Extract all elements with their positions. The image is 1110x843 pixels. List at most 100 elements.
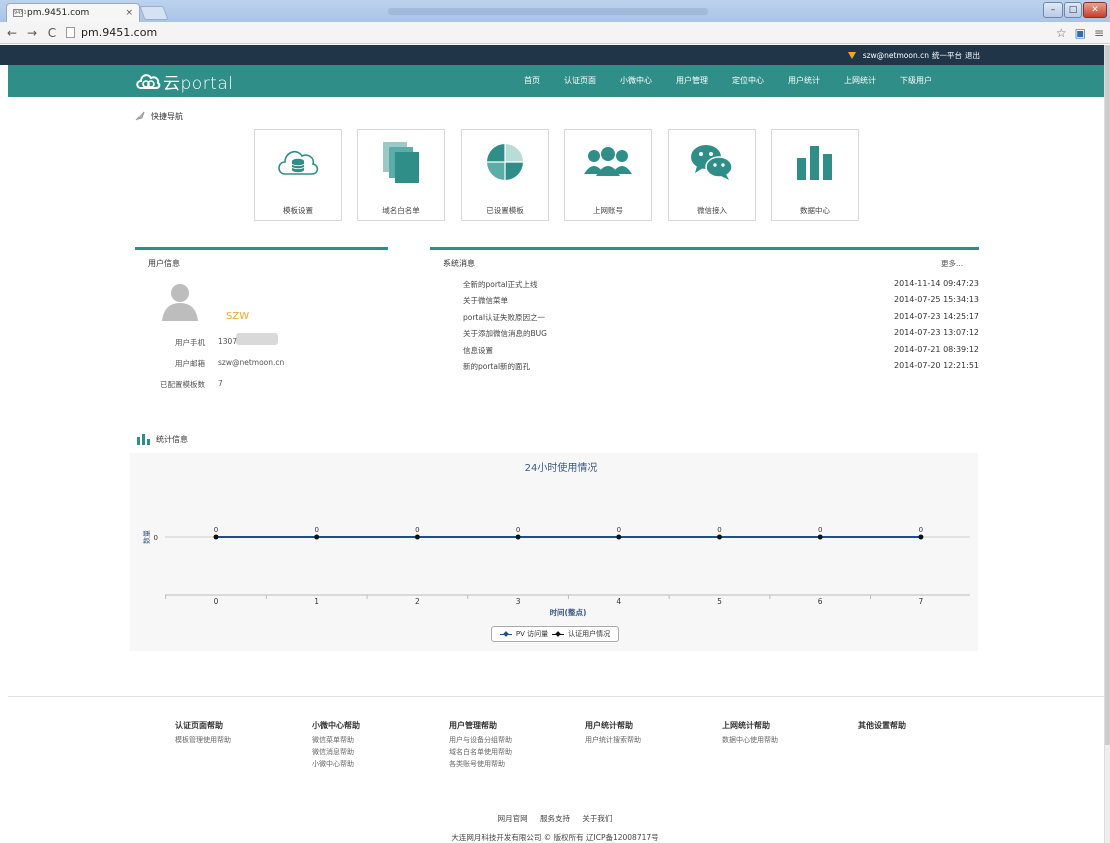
footer-column-title[interactable]: 用户统计帮助 — [585, 720, 715, 731]
footer-link-about[interactable]: 关于我们 — [582, 814, 612, 823]
message-date: 2014-07-23 13:07:12 — [894, 328, 979, 337]
forward-icon[interactable]: → — [24, 26, 40, 40]
footer-link[interactable]: 各类账号使用帮助 — [449, 758, 579, 770]
nav-item-location-center[interactable]: 定位中心 — [720, 72, 776, 90]
close-window-button[interactable]: ✕ — [1083, 2, 1107, 18]
footer-link[interactable]: 数据中心使用帮助 — [722, 734, 852, 746]
reload-icon[interactable]: C — [44, 26, 60, 40]
x-tick-label: 4 — [616, 597, 621, 606]
footer-link[interactable]: 小微中心帮助 — [312, 758, 442, 770]
tile-label: 模板设置 — [283, 206, 313, 215]
nav-item-sub-users[interactable]: 下级用户 — [888, 72, 944, 90]
data-label: 0 — [516, 526, 520, 534]
message-link[interactable]: 全新的portal正式上线 — [463, 279, 538, 290]
blurred-window-title — [388, 8, 708, 15]
tile-domain-whitelist[interactable]: 域名白名单 — [357, 129, 445, 221]
footer-column-title[interactable]: 认证页面帮助 — [175, 720, 305, 731]
data-label: 0 — [617, 526, 621, 534]
footer-column: 其他设置帮助 — [858, 720, 988, 734]
caret-down-icon[interactable] — [847, 51, 856, 59]
email-label: 用户邮箱 — [175, 359, 205, 368]
message-link[interactable]: 新的portal新的面孔 — [463, 361, 530, 372]
templates-value: 7 — [218, 379, 223, 388]
stats-bar-icon — [137, 434, 150, 445]
tab-close-icon[interactable]: × — [125, 8, 133, 18]
browser-tab[interactable]: 9451 pm.9451.com × — [6, 3, 140, 22]
message-link[interactable]: portal认证失败原因之一 — [463, 312, 545, 323]
tile-internet-accounts[interactable]: 上网账号 — [564, 129, 652, 221]
data-label: 0 — [415, 526, 419, 534]
templates-label: 已配置模板数 — [160, 380, 205, 389]
footer-column-title[interactable]: 用户管理帮助 — [449, 720, 579, 731]
new-tab-button[interactable] — [139, 6, 169, 20]
footer-column-title[interactable]: 小微中心帮助 — [312, 720, 442, 731]
data-label: 0 — [717, 526, 721, 534]
tile-label: 上网账号 — [593, 206, 623, 215]
star-icon[interactable]: ☆ — [1056, 26, 1067, 40]
page-scrollbar[interactable] — [1104, 45, 1110, 843]
nav-item-internet-stats[interactable]: 上网统计 — [832, 72, 888, 90]
footer-link[interactable]: 微信菜单帮助 — [312, 734, 442, 746]
message-date: 2014-07-20 12:21:51 — [894, 361, 979, 370]
nav-item-user-management[interactable]: 用户管理 — [664, 72, 720, 90]
url-input[interactable]: pm.9451.com — [66, 25, 1056, 41]
footer-link[interactable]: 用户统计搜索帮助 — [585, 734, 715, 746]
phone-redaction — [236, 333, 278, 345]
footer-link[interactable]: 域名白名单使用帮助 — [449, 746, 579, 758]
logo[interactable]: 云portal — [135, 69, 234, 94]
address-bar: ← → C pm.9451.com ☆ ▣ ≡ — [0, 22, 1110, 44]
data-label: 0 — [818, 526, 822, 534]
nav-item-user-stats[interactable]: 用户统计 — [776, 72, 832, 90]
message-link[interactable]: 信息设置 — [463, 345, 493, 356]
minimize-button[interactable]: – — [1043, 2, 1063, 18]
platform-link[interactable]: 统一平台 — [932, 50, 962, 61]
tile-configured-templates[interactable]: 已设置模板 — [461, 129, 549, 221]
tile-data-center[interactable]: 数据中心 — [771, 129, 859, 221]
footer-link[interactable]: 微信消息帮助 — [312, 746, 442, 758]
back-icon[interactable]: ← — [4, 26, 20, 40]
tile-label: 微信接入 — [697, 206, 727, 215]
pie-chart-icon — [487, 144, 523, 180]
user-name: SZW — [226, 311, 250, 322]
chart-legend: PV 访问量 认证用户情况 — [491, 626, 619, 642]
tile-wechat-access[interactable]: 微信接入 — [668, 129, 756, 221]
stacked-pages-icon — [383, 142, 419, 183]
extension-icon[interactable]: ▣ — [1075, 26, 1086, 40]
footer-link[interactable]: 模板管理使用帮助 — [175, 734, 305, 746]
legend-auth-swatch — [552, 633, 565, 635]
menu-icon[interactable]: ≡ — [1094, 26, 1104, 40]
message-date: 2014-07-21 08:39:12 — [894, 345, 979, 354]
tile-template-settings[interactable]: 模板设置 — [254, 129, 342, 221]
data-point — [314, 534, 320, 540]
messages-title: 系统消息 — [443, 259, 475, 268]
data-point — [918, 534, 924, 540]
message-link[interactable]: 关于微信菜单 — [463, 295, 508, 306]
data-label: 0 — [214, 526, 218, 534]
legend-pv-label[interactable]: PV 访问量 — [516, 629, 548, 639]
more-link[interactable]: 更多... — [941, 258, 963, 269]
message-link[interactable]: 关于添加微信消息的BUG — [463, 328, 547, 339]
nav-item-auth-pages[interactable]: 认证页面 — [552, 72, 608, 90]
footer-column: 小微中心帮助 微信菜单帮助 微信消息帮助 小微中心帮助 — [312, 720, 442, 770]
nav-item-micro-center[interactable]: 小微中心 — [608, 72, 664, 90]
footer-column: 认证页面帮助 模板管理使用帮助 — [175, 720, 305, 746]
cloud-logo-icon — [136, 74, 161, 89]
footer-column-title[interactable]: 其他设置帮助 — [858, 720, 988, 731]
footer-link[interactable]: 用户与设备分组帮助 — [449, 734, 579, 746]
data-point — [717, 534, 722, 540]
scrollbar-thumb[interactable] — [1105, 45, 1110, 745]
page-icon — [66, 27, 75, 38]
legend-auth-label[interactable]: 认证用户情况 — [568, 629, 610, 639]
message-date: 2014-07-23 14:25:17 — [894, 312, 979, 321]
footer-link-support[interactable]: 服务支持 — [540, 814, 570, 823]
logout-link[interactable]: 退出 — [965, 50, 980, 61]
footer-column-title[interactable]: 上网统计帮助 — [722, 720, 852, 731]
cloud-database-icon — [278, 150, 319, 175]
footer-link-official[interactable]: 网月官网 — [498, 814, 528, 823]
top-email[interactable]: szw@netmoon.cn — [863, 51, 929, 60]
user-info-title: 用户信息 — [148, 259, 180, 268]
nav-item-home[interactable]: 首页 — [512, 72, 552, 90]
email-value: szw@netmoon.cn — [218, 358, 285, 367]
tile-label: 域名白名单 — [382, 206, 420, 215]
maximize-button[interactable]: □ — [1064, 2, 1082, 18]
